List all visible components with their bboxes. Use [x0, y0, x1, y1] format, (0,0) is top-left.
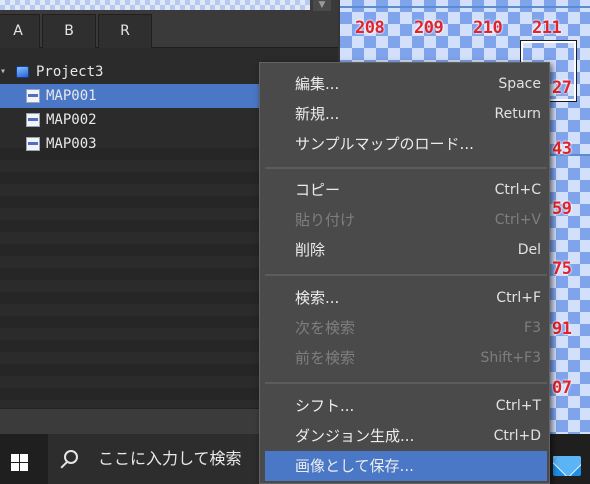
map-cell-label: 75 — [552, 259, 572, 279]
start-button[interactable] — [0, 434, 48, 484]
menu-item-label: ダンジョン生成... — [295, 427, 415, 445]
menu-item-shortcut: Shift+F3 — [480, 350, 541, 366]
menu-item-label: コピー — [295, 181, 341, 199]
taskbar-search-box[interactable]: ここに入力して検索 — [48, 434, 268, 484]
menu-item-shortcut: Ctrl+C — [494, 182, 541, 198]
menu-item-shortcut: Del — [517, 242, 541, 258]
map-column-label: 211 — [532, 18, 562, 38]
map-column-label: 209 — [414, 18, 444, 38]
menu-item-shortcut: Ctrl+D — [493, 428, 541, 444]
menu-item-shortcut: Ctrl+F — [496, 290, 541, 306]
search-placeholder: ここに入力して検索 — [98, 449, 242, 468]
project-label: Project3 — [36, 64, 104, 80]
menu-item-edit[interactable]: 編集... Space — [265, 69, 547, 99]
menu-item-label: 前を検索 — [295, 349, 356, 367]
menu-item-generate-dungeon[interactable]: ダンジョン生成... Ctrl+D — [265, 421, 547, 451]
tab-r[interactable]: R — [98, 14, 152, 48]
menu-item-find-next: 次を検索 F3 — [265, 313, 547, 343]
map-column-label: 210 — [473, 18, 503, 38]
tab-a[interactable]: A — [0, 14, 40, 48]
menu-item-label: 画像として保存... — [295, 457, 414, 475]
menu-item-label: シフト... — [295, 397, 355, 415]
context-menu: 編集... Space 新規... Return サンプルマップのロード... … — [259, 62, 550, 484]
menu-item-label: 貼り付け — [295, 211, 356, 229]
menu-item-delete[interactable]: 削除 Del — [265, 235, 547, 265]
menu-item-find[interactable]: 検索... Ctrl+F — [265, 283, 547, 313]
menu-separator — [265, 274, 547, 276]
menu-separator — [265, 382, 547, 384]
project-cube-icon — [16, 66, 29, 78]
menu-item-label: 削除 — [295, 241, 326, 259]
search-icon — [64, 450, 78, 464]
palette-tab-bar: A B R — [0, 12, 338, 48]
map-cell-label: 43 — [552, 139, 572, 159]
menu-item-shortcut: Space — [498, 76, 541, 92]
map-icon — [26, 89, 40, 103]
menu-item-label: サンプルマップのロード... — [295, 135, 474, 153]
map-cell-label: 91 — [552, 319, 572, 339]
menu-item-copy[interactable]: コピー Ctrl+C — [265, 175, 547, 205]
collapse-arrow-icon[interactable]: ▾ — [0, 60, 6, 84]
map-label: MAP003 — [46, 136, 97, 152]
scroll-down-button[interactable]: ▼ — [313, 0, 331, 11]
menu-item-shortcut: Return — [494, 106, 541, 122]
map-cell-label: 07 — [552, 378, 572, 398]
menu-separator — [265, 167, 547, 169]
mail-icon[interactable] — [553, 456, 581, 476]
menu-item-new[interactable]: 新規... Return — [265, 99, 547, 129]
menu-item-paste: 貼り付け Ctrl+V — [265, 205, 547, 235]
menu-item-shortcut: Ctrl+T — [495, 398, 541, 414]
menu-item-save-as-image[interactable]: 画像として保存... — [265, 451, 547, 481]
top-panel-strip: ▼ — [0, 0, 338, 12]
map-column-label: 208 — [355, 18, 385, 38]
map-label: MAP001 — [46, 88, 97, 104]
tile-pattern-preview — [0, 0, 310, 10]
map-icon — [26, 137, 40, 151]
map-icon — [26, 113, 40, 127]
map-cell-label: 59 — [552, 199, 572, 219]
map-label: MAP002 — [46, 112, 97, 128]
grid-line — [340, 6, 590, 8]
menu-item-shortcut: Ctrl+V — [494, 212, 541, 228]
menu-item-find-previous: 前を検索 Shift+F3 — [265, 343, 547, 373]
menu-item-label: 検索... — [295, 289, 340, 307]
menu-item-label: 新規... — [295, 105, 340, 123]
menu-item-load-sample-map[interactable]: サンプルマップのロード... — [265, 129, 547, 159]
menu-item-shift[interactable]: シフト... Ctrl+T — [265, 391, 547, 421]
menu-item-shortcut: F3 — [524, 320, 541, 336]
menu-item-label: 編集... — [295, 75, 340, 93]
menu-item-label: 次を検索 — [295, 319, 356, 337]
tab-b[interactable]: B — [42, 14, 96, 48]
